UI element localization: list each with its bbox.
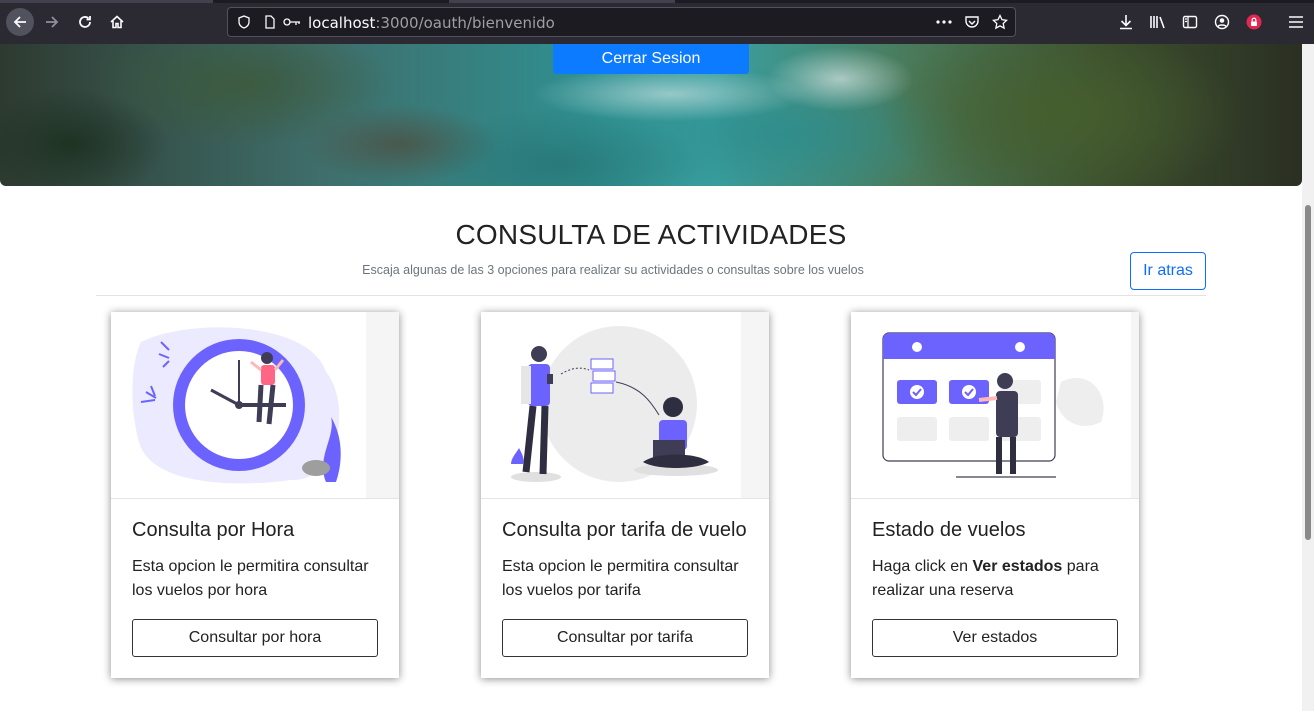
card-text-bold: Ver estados — [972, 558, 1063, 575]
forward-button[interactable] — [38, 8, 66, 36]
home-icon — [110, 15, 124, 29]
card-text: Haga click en Ver estados para realizar … — [872, 558, 1099, 599]
card-title: Consulta por tarifa de vuelo — [502, 519, 747, 541]
reload-icon — [79, 16, 91, 28]
view-statuses-button[interactable]: Ver estados — [872, 619, 1118, 657]
page-title: CONSULTA DE ACTIVIDADES — [455, 219, 847, 250]
browser-toolbar: localhost:3000/oauth/bienvenido — [0, 0, 1314, 44]
account-icon[interactable] — [1212, 12, 1232, 32]
card-consulta-tarifa: Consulta por tarifa de vuelo Esta opcion… — [481, 312, 769, 678]
page-icon[interactable] — [262, 14, 278, 30]
money-transfer-illustration — [481, 312, 769, 499]
shield-icon[interactable] — [236, 14, 252, 30]
address-bar[interactable]: localhost:3000/oauth/bienvenido — [227, 7, 1016, 37]
more-actions-icon[interactable] — [936, 14, 952, 30]
consult-by-hour-button[interactable]: Consultar por hora — [132, 619, 378, 657]
library-icon[interactable] — [1148, 12, 1168, 32]
url-text[interactable]: localhost:3000/oauth/bienvenido — [308, 14, 555, 32]
arrow-left-icon — [13, 16, 26, 28]
menu-icon[interactable] — [1286, 12, 1306, 32]
card-text: Esta opcion le permitira consultar los v… — [132, 558, 369, 599]
card-title: Consulta por Hora — [132, 519, 295, 541]
tab-strip — [0, 0, 1314, 3]
calendar-illustration — [851, 312, 1139, 499]
reload-button[interactable] — [71, 8, 99, 36]
card-text: Esta opcion le permitira consultar los v… — [502, 558, 739, 599]
pocket-icon[interactable] — [964, 14, 980, 30]
sidebar-icon[interactable] — [1180, 12, 1200, 32]
arrow-right-icon — [46, 16, 59, 28]
card-consulta-hora: Consulta por Hora Esta opcion le permiti… — [111, 312, 399, 678]
back-button[interactable] — [6, 8, 34, 36]
logout-button[interactable]: Cerrar Sesion — [553, 44, 749, 74]
card-estado-vuelos: Estado de vuelos Haga click en Ver estad… — [851, 312, 1139, 678]
bookmark-star-icon[interactable] — [992, 14, 1008, 30]
key-icon[interactable] — [282, 14, 302, 30]
card-title: Estado de vuelos — [872, 519, 1026, 541]
go-back-button[interactable]: Ir atras — [1130, 252, 1206, 290]
extension-lock-icon[interactable] — [1244, 12, 1264, 32]
home-button[interactable] — [103, 8, 131, 36]
consult-by-fare-button[interactable]: Consultar por tarifa — [502, 619, 748, 657]
clock-illustration — [111, 312, 399, 499]
divider — [96, 295, 1206, 296]
page-subtitle: Escaja algunas de las 3 opciones para re… — [362, 263, 864, 277]
scrollbar-thumb[interactable] — [1305, 205, 1311, 540]
downloads-icon[interactable] — [1116, 12, 1136, 32]
